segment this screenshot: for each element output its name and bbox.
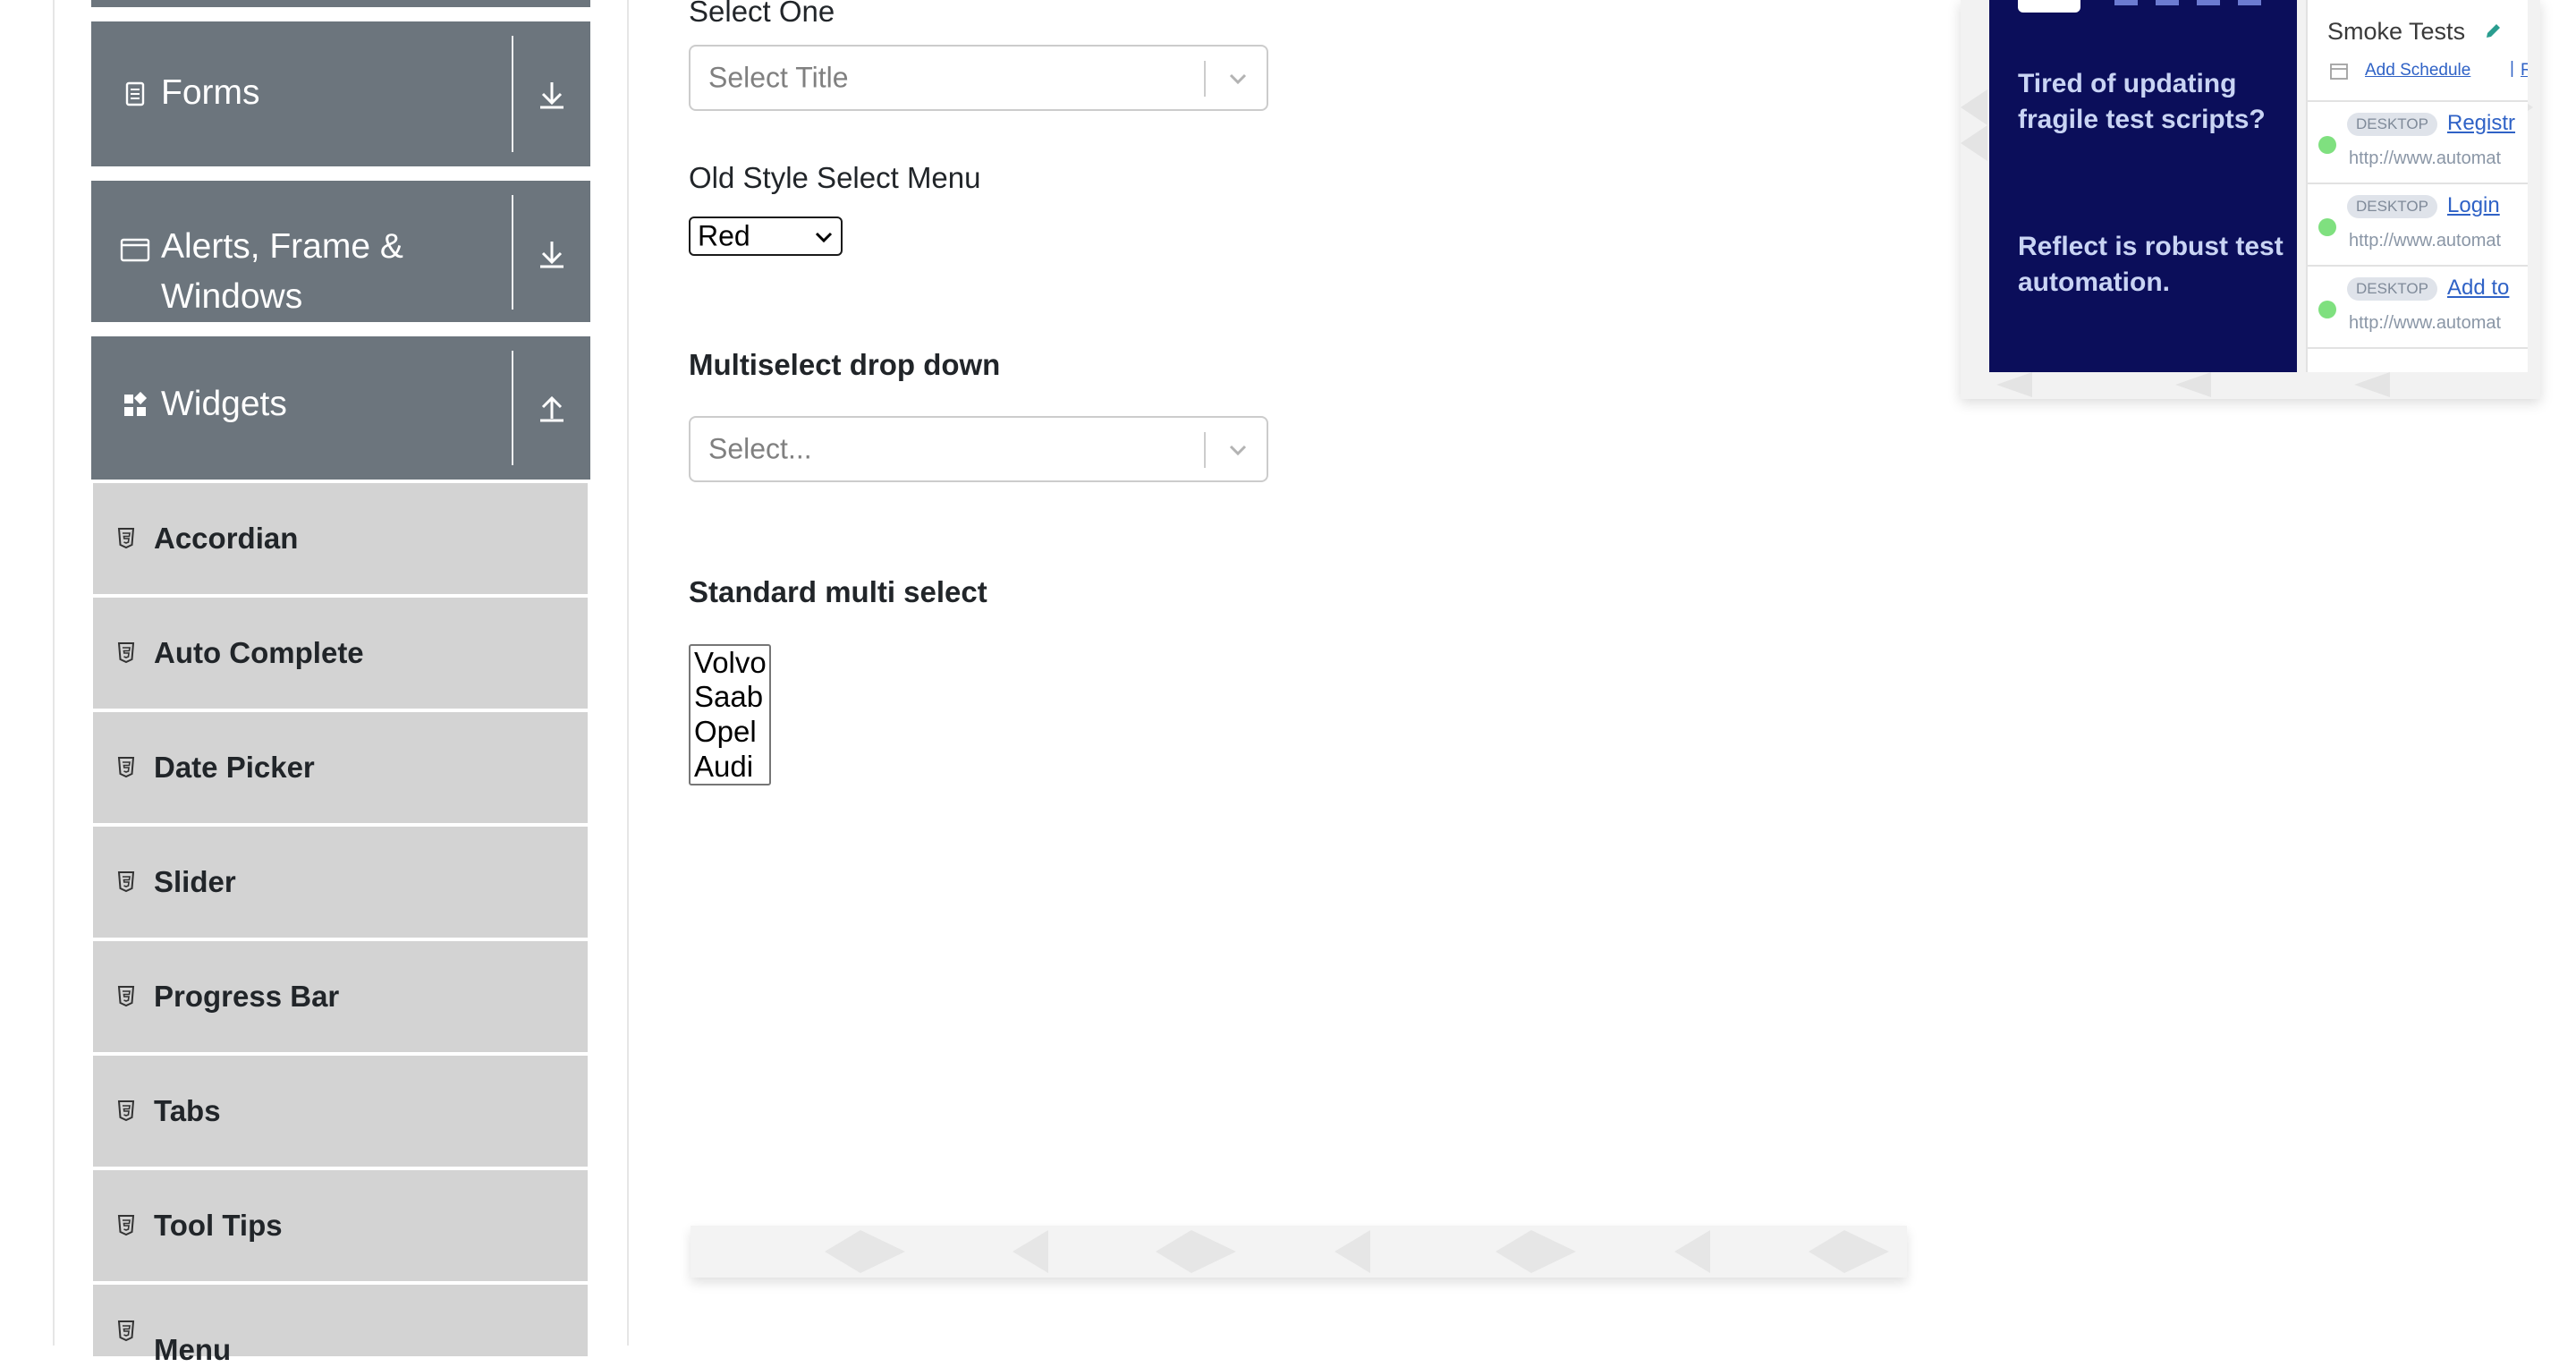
platform-badge: DESKTOP xyxy=(2347,277,2437,301)
widgets-icon xyxy=(124,392,148,416)
ad-tagline-answer: Reflect is robust test automation. xyxy=(2018,232,2284,297)
option-opel[interactable]: Opel xyxy=(694,715,757,749)
document-icon xyxy=(125,81,145,106)
html5-icon xyxy=(117,871,135,893)
old-style-select-menu[interactable]: Red xyxy=(689,217,843,256)
sidebar-item-label: Date Picker xyxy=(154,751,315,784)
sidebar-item-label: Auto Complete xyxy=(154,636,364,669)
ad-test-suite-preview: Smoke Tests Add Schedule | Ru DESKTOP Re… xyxy=(2306,0,2528,372)
sidebar-item-auto-complete[interactable]: Auto Complete xyxy=(93,598,588,709)
html5-icon xyxy=(117,1320,135,1342)
sidebar-item-label: Progress Bar xyxy=(154,980,340,1013)
window-icon xyxy=(120,238,150,262)
option-saab[interactable]: Saab xyxy=(694,680,763,714)
chevron-down-icon[interactable] xyxy=(1222,434,1254,466)
old-style-select-value: Red xyxy=(698,219,750,252)
download-arrow-icon[interactable] xyxy=(530,72,574,116)
group-divider xyxy=(512,351,513,465)
sidebar-item-label: Tabs xyxy=(154,1094,221,1127)
calendar-icon xyxy=(2330,64,2348,80)
platform-badge: DESKTOP xyxy=(2347,195,2437,218)
option-audi[interactable]: Audi xyxy=(694,750,753,784)
left-sidebar: Forms Alerts, Frame & Windows Widgets Ac… xyxy=(91,0,590,1366)
standard-multi-select-label: Standard multi select xyxy=(689,575,987,608)
ad-logo xyxy=(2018,0,2080,13)
group-divider xyxy=(512,195,513,310)
ad-banner-strip[interactable] xyxy=(691,1226,1907,1278)
test-row: DESKTOP Registr http://www.automat xyxy=(2308,100,2528,183)
ad-pattern xyxy=(825,1230,1889,1273)
option-volvo[interactable]: Volvo xyxy=(694,646,767,680)
group-header-widgets[interactable]: Widgets xyxy=(91,336,590,480)
ad-tagline-question: Tired of updating fragile test scripts? xyxy=(2018,69,2266,134)
select-title-dropdown[interactable]: Select Title xyxy=(689,45,1268,111)
dropdown-separator xyxy=(1204,432,1206,468)
pencil-icon xyxy=(2487,24,2500,38)
test-row: DESKTOP Add to http://www.automat xyxy=(2308,265,2528,347)
sidebar-item-tabs[interactable]: Tabs xyxy=(93,1056,588,1167)
sidebar-item-label: Menu xyxy=(154,1333,232,1366)
test-link[interactable]: Login xyxy=(2447,193,2500,218)
test-link[interactable]: Registr xyxy=(2447,111,2515,136)
old-style-select-label: Old Style Select Menu xyxy=(689,161,981,194)
chevron-down-icon[interactable] xyxy=(1222,63,1254,95)
previous-group-header-edge[interactable] xyxy=(91,0,590,7)
ad-dots xyxy=(2114,0,2261,5)
test-url: http://www.automat xyxy=(2349,313,2502,333)
group-header-forms[interactable]: Forms xyxy=(91,21,590,166)
test-row-divider xyxy=(2308,347,2528,372)
add-schedule-link[interactable]: Add Schedule xyxy=(2365,61,2470,81)
run-link[interactable]: Ru xyxy=(2521,61,2528,81)
ad-dark-panel: Tired of updating fragile test scripts? … xyxy=(1989,0,2297,372)
ad-panel[interactable]: Tired of updating fragile test scripts? … xyxy=(1961,0,2540,399)
group-label-windows: Windows xyxy=(161,277,303,316)
platform-badge: DESKTOP xyxy=(2347,113,2437,136)
select-one-label: Select One xyxy=(689,0,835,28)
multiselect-dropdown[interactable]: Select... xyxy=(689,416,1268,482)
group-header-alerts-frame-windows[interactable]: Alerts, Frame & Windows xyxy=(91,181,590,322)
standard-multi-select[interactable]: Volvo Saab Opel Audi xyxy=(689,644,771,785)
html5-icon xyxy=(117,986,135,1007)
sidebar-item-tool-tips[interactable]: Tool Tips xyxy=(93,1170,588,1281)
sidebar-item-slider[interactable]: Slider xyxy=(93,827,588,938)
sidebar-item-menu[interactable]: Menu xyxy=(93,1285,588,1366)
group-label-widgets: Widgets xyxy=(161,385,287,423)
html5-icon xyxy=(117,528,135,549)
download-arrow-icon[interactable] xyxy=(530,231,574,276)
group-label-forms: Forms xyxy=(161,73,260,112)
status-dot xyxy=(2318,136,2336,154)
suite-title: Smoke Tests xyxy=(2327,18,2466,45)
upload-arrow-icon[interactable] xyxy=(530,385,574,429)
dropdown-separator xyxy=(1204,61,1206,97)
sidebar-item-accordian[interactable]: Accordian xyxy=(93,483,588,594)
sidebar-item-label: Accordian xyxy=(154,522,299,555)
sidebar-item-label: Slider xyxy=(154,865,236,898)
group-divider xyxy=(512,36,513,152)
test-row: DESKTOP Login http://www.automat xyxy=(2308,183,2528,265)
test-url: http://www.automat xyxy=(2349,231,2502,250)
multiselect-label: Multiselect drop down xyxy=(689,348,1001,381)
html5-icon xyxy=(117,642,135,664)
page-left-border xyxy=(53,0,55,1346)
select-title-placeholder: Select Title xyxy=(708,61,849,94)
sidebar-item-date-picker[interactable]: Date Picker xyxy=(93,712,588,823)
link-separator: | xyxy=(2510,59,2514,78)
test-link[interactable]: Add to xyxy=(2447,276,2509,301)
sidebar-item-label: Tool Tips xyxy=(154,1209,283,1242)
chevron-down-icon xyxy=(815,232,833,243)
group-label-alerts: Alerts, Frame & xyxy=(161,227,403,266)
html5-icon xyxy=(117,757,135,778)
sidebar-right-border xyxy=(627,0,629,1346)
multiselect-placeholder: Select... xyxy=(708,432,812,465)
sidebar-item-progress-bar[interactable]: Progress Bar xyxy=(93,941,588,1052)
status-dot xyxy=(2318,218,2336,236)
status-dot xyxy=(2318,301,2336,318)
html5-icon xyxy=(117,1215,135,1236)
test-url: http://www.automat xyxy=(2349,149,2502,168)
html5-icon xyxy=(117,1100,135,1122)
